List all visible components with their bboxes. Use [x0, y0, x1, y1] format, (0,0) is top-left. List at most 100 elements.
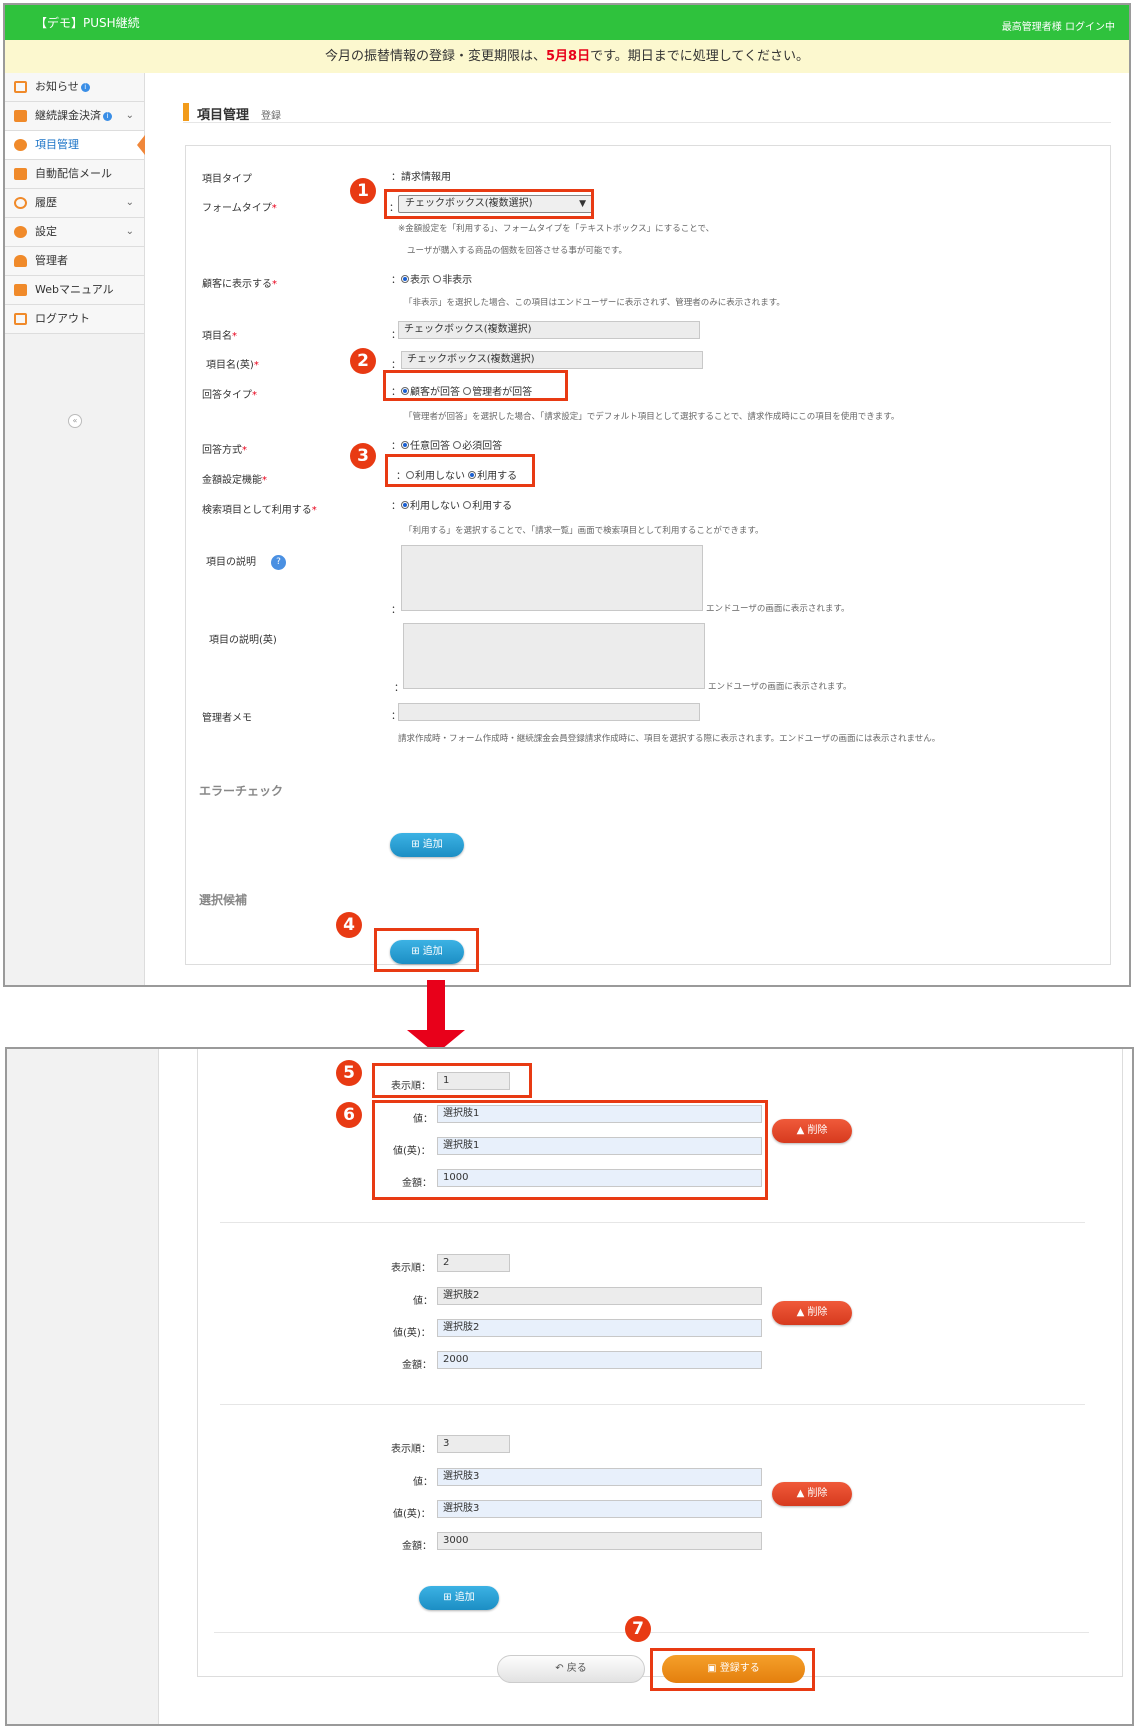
user-icon — [14, 255, 27, 267]
info-icon: i — [103, 111, 112, 121]
desc-textarea[interactable] — [401, 545, 703, 611]
desc-en-label: 項目の説明(英) — [209, 635, 277, 646]
chevron-down-icon: ⌄ — [125, 226, 134, 237]
highlight-choices-add — [374, 928, 479, 972]
divider — [214, 1632, 1089, 1633]
deadline-date: 5月8日 — [546, 49, 591, 64]
name-en-label: 項目名(英)* — [206, 360, 259, 371]
chart-icon — [14, 81, 27, 93]
page-subtitle: 登録 — [261, 111, 281, 122]
sidebar-collapse-icon[interactable]: « — [68, 414, 82, 428]
info-icon: i — [80, 82, 90, 92]
sidebar-item-history[interactable]: 履歴 ⌄ — [5, 189, 144, 218]
gears-icon — [14, 226, 27, 238]
trash-icon: ▲ — [796, 1125, 808, 1136]
sidebar-item-logout[interactable]: ログアウト — [5, 305, 144, 334]
top-screenshot: 【デモ】PUSH継続 最高管理者様 ログイン中 今月の振替情報の登録・変更期限は… — [3, 3, 1131, 987]
step-badge-5: 5 — [336, 1060, 362, 1086]
sidebar-item-settings[interactable]: 設定 ⌄ — [5, 218, 144, 247]
sidebar-item-auto-mail[interactable]: 自動配信メール — [5, 160, 144, 189]
value-input[interactable]: 選択肢2 — [437, 1287, 762, 1305]
delete-button[interactable]: ▲ 削除 — [772, 1482, 852, 1506]
trash-icon: ▲ — [796, 1307, 808, 1318]
step-badge-7: 7 — [625, 1616, 651, 1642]
value-en-input[interactable]: 選択肢2 — [437, 1319, 762, 1337]
sidebar: お知らせ i 継続課金決済 i ⌄ 項目管理 自動配信メール 履歴 ⌄ 設定 ⌄ 管理者 … — [5, 73, 145, 985]
deadline-notice: 今月の振替情報の登録・変更期限は、5月8日です。期日までに処理してください。 — [5, 40, 1129, 73]
value-input[interactable]: 選択肢3 — [437, 1468, 762, 1486]
sidebar-item-news[interactable]: お知らせ i — [5, 73, 144, 102]
mail-icon — [14, 168, 27, 180]
cubes-icon — [14, 139, 27, 151]
step-badge-6: 6 — [336, 1102, 362, 1128]
value-en-input[interactable]: 選択肢3 — [437, 1500, 762, 1518]
search-radios: ：利用しない 利用する — [391, 501, 513, 512]
radio-hide[interactable] — [433, 275, 442, 283]
back-arrow-icon: ↶ — [555, 1663, 567, 1674]
logout-icon — [14, 313, 27, 325]
delete-button[interactable]: ▲ 削除 — [772, 1301, 852, 1325]
chevron-down-icon: ⌄ — [125, 110, 134, 121]
radio-show[interactable] — [401, 275, 409, 283]
plus-icon: ⊞ — [443, 1592, 455, 1603]
divider — [220, 1222, 1085, 1223]
highlight-values — [372, 1100, 768, 1200]
sidebar-item-admin[interactable]: 管理者 — [5, 247, 144, 276]
radio-required[interactable] — [453, 441, 462, 449]
page-title: 項目管理 — [197, 108, 250, 123]
order-input[interactable]: 2 — [437, 1254, 510, 1272]
back-button[interactable]: ↶ 戻る — [497, 1655, 645, 1683]
desc-label: 項目の説明 — [206, 557, 256, 568]
plus-icon: ⊞ — [411, 839, 423, 850]
bottom-sidebar — [7, 1049, 159, 1724]
login-status: 最高管理者様 ログイン中 — [1001, 22, 1115, 33]
answer-type-label: 回答タイプ* — [202, 390, 257, 401]
item-type-label: 項目タイプ — [202, 174, 252, 185]
name-en-input[interactable]: チェックボックス(複数選択) — [401, 351, 703, 369]
memo-label: 管理者メモ — [202, 713, 252, 724]
step-badge-3: 3 — [350, 443, 376, 469]
step-badge-1: 1 — [350, 178, 376, 204]
chevron-down-icon: ⌄ — [125, 197, 134, 208]
radio-search-off[interactable] — [401, 501, 409, 509]
card-icon — [14, 110, 27, 122]
desc-en-textarea[interactable] — [403, 623, 705, 689]
name-input[interactable]: チェックボックス(複数選択) — [398, 321, 700, 339]
amount-input[interactable]: 3000 — [437, 1532, 762, 1550]
book-icon — [14, 284, 27, 296]
error-check-add-button[interactable]: ⊞ 追加 — [390, 833, 464, 857]
amount-input[interactable]: 2000 — [437, 1351, 762, 1369]
order-input[interactable]: 3 — [437, 1435, 510, 1453]
delete-button[interactable]: ▲ 削除 — [772, 1119, 852, 1143]
name-label: 項目名* — [202, 331, 237, 342]
option-add-button[interactable]: ⊞ 追加 — [419, 1586, 499, 1610]
error-check-title: エラーチェック — [199, 784, 284, 798]
top-bar: 【デモ】PUSH継続 最高管理者様 ログイン中 — [5, 5, 1129, 40]
answer-method-label: 回答方式* — [202, 445, 247, 456]
sidebar-item-manual[interactable]: Webマニュアル — [5, 276, 144, 305]
form-type-label: フォームタイプ* — [202, 203, 277, 214]
search-label: 検索項目として利用する* — [202, 505, 317, 516]
divider — [220, 1404, 1085, 1405]
amount-label: 金額設定機能* — [202, 475, 267, 486]
highlight-amount — [385, 454, 535, 487]
sidebar-item-billing[interactable]: 継続課金決済 i ⌄ — [5, 102, 144, 131]
down-arrow — [427, 980, 445, 1032]
trash-icon: ▲ — [796, 1488, 808, 1499]
step-badge-2: 2 — [350, 348, 376, 374]
sidebar-item-items[interactable]: 項目管理 — [5, 131, 145, 160]
step-badge-4: 4 — [336, 912, 362, 938]
help-icon[interactable]: ? — [271, 555, 286, 570]
highlight-answer-type — [383, 370, 568, 401]
radio-optional[interactable] — [401, 441, 409, 449]
display-radios: ：表示 非表示 — [391, 275, 473, 286]
display-label: 顧客に表示する* — [202, 279, 277, 290]
page-header: 項目管理 登録 — [183, 103, 1111, 123]
highlight-order — [372, 1063, 532, 1098]
history-icon — [14, 197, 27, 209]
item-type-value: ：請求情報用 — [391, 172, 451, 183]
choices-title: 選択候補 — [199, 893, 248, 907]
radio-search-on[interactable] — [463, 501, 472, 509]
memo-input[interactable] — [398, 703, 700, 721]
answer-method-radios: ：任意回答 必須回答 — [391, 441, 503, 452]
